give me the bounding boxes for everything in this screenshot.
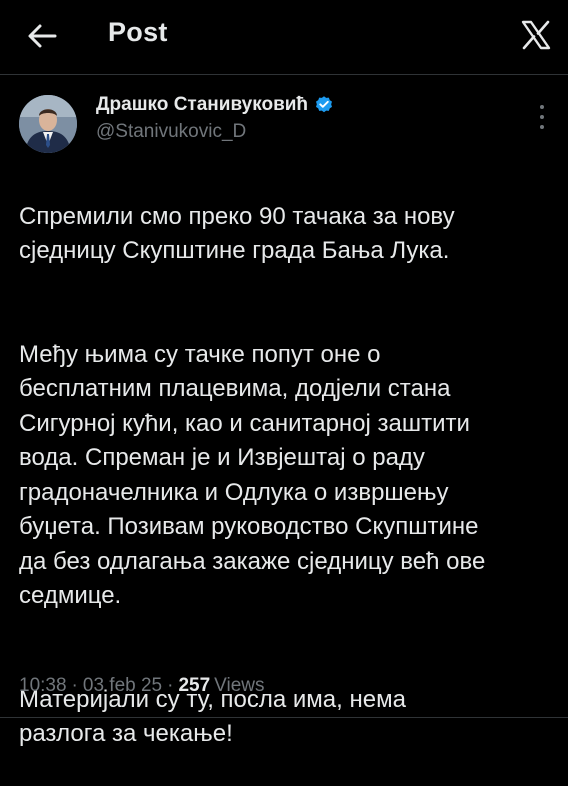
post-metadata: 10:38 · 03 feb 25 · 257 Views: [19, 675, 265, 697]
avatar-image: [19, 95, 77, 153]
top-bar: Post: [0, 0, 568, 75]
post-paragraph: Спремили смо преко 90 тачака за нову сје…: [19, 202, 455, 265]
post-time[interactable]: 10:38: [19, 675, 67, 697]
x-logo-icon: [521, 20, 551, 50]
more-dot-icon: [540, 105, 544, 109]
post-paragraph: Међу њима су тачке попут оне о бесплатни…: [19, 340, 486, 610]
more-options-button[interactable]: [536, 105, 548, 129]
avatar[interactable]: [19, 95, 77, 153]
views-label: Views: [214, 675, 265, 696]
post-date[interactable]: 03 feb 25: [83, 675, 162, 697]
page-title: Post: [108, 17, 168, 47]
verified-badge-icon: [314, 95, 334, 115]
x-logo-button[interactable]: [516, 15, 556, 55]
arrow-left-icon: [28, 24, 57, 48]
more-dot-icon: [540, 125, 544, 129]
divider: [0, 717, 568, 718]
meta-separator: ·: [71, 675, 78, 696]
more-dot-icon: [540, 115, 544, 119]
views-count: 257: [178, 675, 211, 696]
author-name[interactable]: Драшко Станивуковић: [96, 94, 308, 116]
meta-separator: ·: [167, 675, 174, 696]
author-row: Драшко Станивуковић: [96, 94, 334, 116]
post: Драшко Станивуковић @Stanivukovic_D Спре…: [0, 75, 568, 747]
author-handle[interactable]: @Stanivukovic_D: [96, 121, 246, 143]
back-button[interactable]: [22, 18, 62, 54]
